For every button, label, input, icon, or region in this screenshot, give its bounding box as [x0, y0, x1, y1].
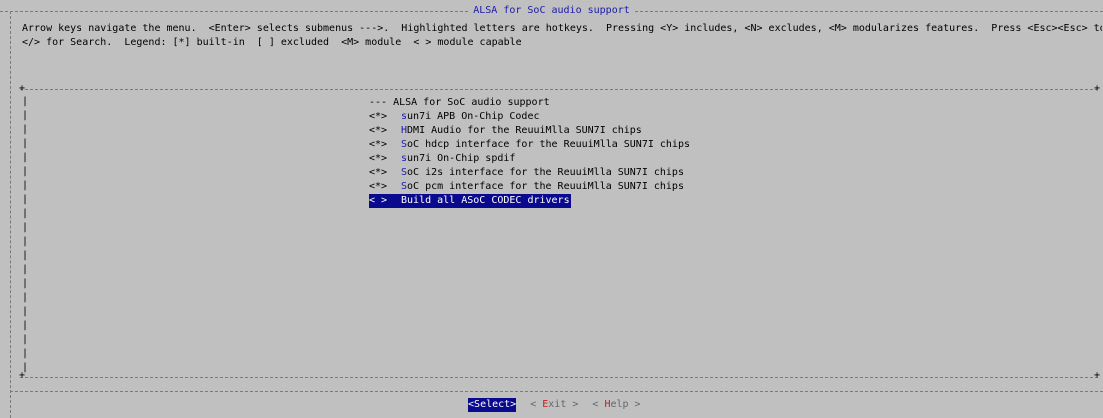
menu-item-soc-i2s[interactable]: <*> SoC i2s interface for the ReuuiMlla S…	[369, 166, 690, 180]
menu-item-state: <*>	[369, 181, 388, 192]
menu-box-corner-top-left: +	[19, 83, 26, 94]
menu-item-sun7i-spdif[interactable]: <*> sun7i On-Chip spdif	[369, 152, 690, 166]
menu-list: --- ALSA for SoC audio support <*> sun7i …	[369, 96, 690, 208]
menu-item-label: oC pcm interface for the ReuuiMlla SUN7I…	[407, 181, 684, 192]
menu-item-soc-hdcp[interactable]: <*> SoC hdcp interface for the ReuuiMlla …	[369, 138, 690, 152]
select-button[interactable]: <Select>	[468, 398, 517, 412]
menu-item-state: <*>	[369, 153, 388, 164]
dialog-left-border	[10, 11, 11, 418]
help-text: Arrow keys navigate the menu. <Enter> se…	[22, 22, 1102, 50]
menu-item-label: uild all ASoC CODEC drivers	[407, 195, 570, 206]
menu-item-label: oC i2s interface for the ReuuiMlla SUN7I…	[407, 167, 684, 178]
menu-item-build-all-codecs[interactable]: < > Build all ASoC CODEC drivers	[369, 194, 571, 208]
select-button-label: elect	[480, 399, 511, 410]
exit-button-open: <	[530, 399, 543, 410]
menu-item-soc-pcm[interactable]: <*> SoC pcm interface for the ReuuiMlla S…	[369, 180, 690, 194]
menu-item-state: <*>	[369, 111, 388, 122]
menu-item-sun7i-apb-codec[interactable]: <*> sun7i APB On-Chip Codec	[369, 110, 690, 124]
menu-header: --- ALSA for SoC audio support	[369, 97, 550, 108]
menu-item-label: oC hdcp interface for the ReuuiMlla SUN7…	[407, 139, 690, 150]
exit-button[interactable]: < Exit >	[530, 398, 578, 412]
help-button-close: >	[628, 399, 641, 410]
dialog-title-text: ALSA for SoC audio support	[469, 5, 634, 16]
exit-button-label: xit	[548, 399, 567, 410]
menu-item-hdmi-audio[interactable]: <*> HDMI Audio for the ReuuiMlla SUN7I ch…	[369, 124, 690, 138]
exit-button-close: >	[566, 399, 579, 410]
menu-item-state: <*>	[369, 125, 388, 136]
menu-item-state: <*>	[369, 139, 388, 150]
button-row: <Select> < Exit > < Help >	[468, 398, 655, 412]
menu-box-corner-bottom-right: +	[1094, 370, 1101, 381]
dialog-title: ALSA for SoC audio support	[0, 4, 1103, 18]
menu-item-label: DMI Audio for the ReuuiMlla SUN7I chips	[407, 125, 642, 136]
help-line-2: </> for Search. Legend: [*] built-in [ ]…	[22, 37, 522, 48]
menu-item-state: <*>	[369, 167, 388, 178]
menu-box-left-pipes: | | | | | | | | | | | | | | | | | | | |	[22, 96, 29, 373]
help-line-1: Arrow keys navigate the menu. <Enter> se…	[22, 23, 1102, 34]
help-button-open: <	[592, 399, 605, 410]
help-button[interactable]: < Help >	[592, 398, 640, 412]
help-button-label: elp	[610, 399, 629, 410]
menu-box-corner-top-right: +	[1094, 83, 1101, 94]
select-button-close: >	[510, 399, 517, 410]
menu-item-label: un7i On-Chip spdif	[407, 153, 516, 164]
menu-item-label: un7i APB On-Chip Codec	[407, 111, 540, 122]
menu-item-state: < >	[369, 195, 388, 206]
button-row-separator	[10, 391, 1103, 392]
menuconfig-dialog: ALSA for SoC audio support Arrow keys na…	[0, 0, 1103, 418]
